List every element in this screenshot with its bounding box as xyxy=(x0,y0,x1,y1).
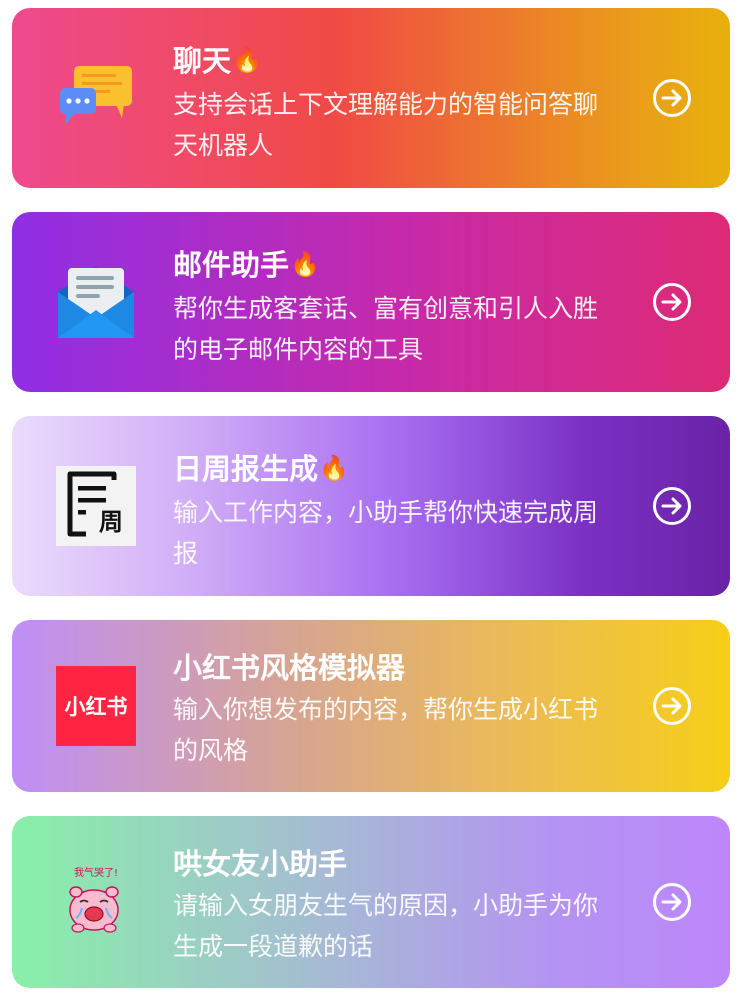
weekly-report-icon: 周 xyxy=(56,466,136,546)
chat-bubbles-icon xyxy=(56,58,136,138)
card-description: 输入你想发布的内容，帮你生成小红书的风格 xyxy=(173,695,599,765)
svg-text:周: 周 xyxy=(99,508,123,536)
card-girlfriend-apology-assistant[interactable]: 我气哭了! 哄女友小助手 请输入女朋友生气的原因，小助手为你生成一段道歉的话 xyxy=(12,816,730,988)
arrow-right-circle-icon[interactable] xyxy=(652,486,692,526)
card-description: 支持会话上下文理解能力的智能问答聊天机器人 xyxy=(173,90,599,160)
card-weekly-report[interactable]: 周 日周报生成🔥 输入工作内容，小助手帮你快速完成周报 xyxy=(12,416,730,596)
arrow-right-circle-icon[interactable] xyxy=(652,282,692,322)
card-title: 哄女友小助手 xyxy=(173,847,348,881)
tool-list: 聊天🔥 支持会话上下文理解能力的智能问答聊天机器人 邮件助手🔥 帮你生成客套话、… xyxy=(0,0,738,1006)
crying-pig-sticker-icon: 我气哭了! xyxy=(56,862,136,942)
card-email-assistant[interactable]: 邮件助手🔥 帮你生成客套话、富有创意和引人入胜的电子邮件内容的工具 xyxy=(12,212,730,392)
svg-text:小红书: 小红书 xyxy=(65,695,128,719)
arrow-right-circle-icon[interactable] xyxy=(652,78,692,118)
envelope-icon xyxy=(56,262,136,342)
arrow-right-circle-icon[interactable] xyxy=(652,686,692,726)
card-description: 输入工作内容，小助手帮你快速完成周报 xyxy=(173,498,599,568)
fire-icon: 🔥 xyxy=(290,250,320,278)
card-title: 邮件助手🔥 xyxy=(173,248,320,282)
card-title: 日周报生成🔥 xyxy=(173,452,349,486)
card-title: 小红书风格模拟器 xyxy=(173,651,406,685)
card-chat[interactable]: 聊天🔥 支持会话上下文理解能力的智能问答聊天机器人 xyxy=(12,8,730,188)
fire-icon: 🔥 xyxy=(319,454,349,482)
card-description: 请输入女朋友生气的原因，小助手为你生成一段道歉的话 xyxy=(173,891,599,961)
card-xiaohongshu-simulator[interactable]: 小红书 小红书风格模拟器 输入你想发布的内容，帮你生成小红书的风格 xyxy=(12,620,730,792)
card-title: 聊天🔥 xyxy=(173,44,262,78)
svg-text:我气哭了!: 我气哭了! xyxy=(74,866,118,879)
fire-icon: 🔥 xyxy=(232,46,262,74)
xiaohongshu-logo: 小红书 xyxy=(56,666,136,746)
arrow-right-circle-icon[interactable] xyxy=(652,882,692,922)
card-description: 帮你生成客套话、富有创意和引人入胜的电子邮件内容的工具 xyxy=(173,294,599,364)
